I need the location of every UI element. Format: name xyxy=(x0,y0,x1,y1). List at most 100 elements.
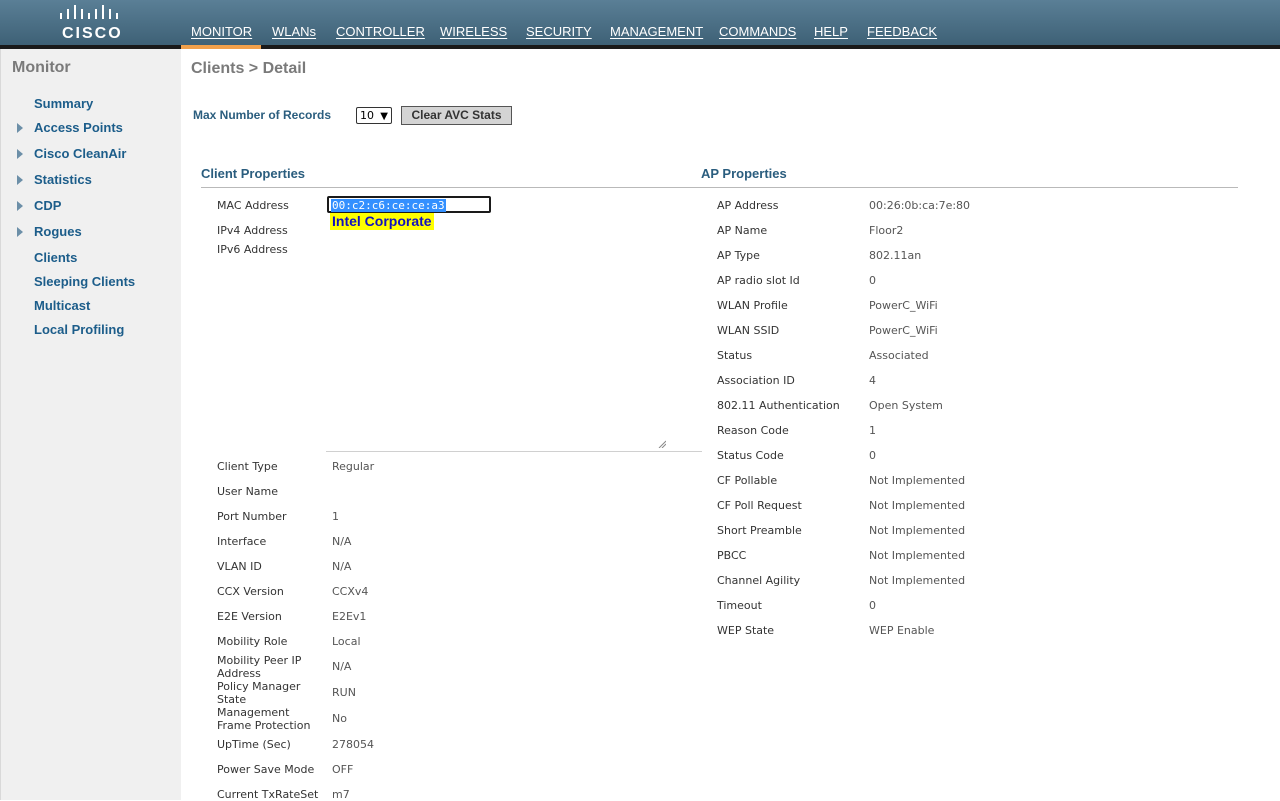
sidebar-item-cdp[interactable]: CDP xyxy=(34,198,61,213)
sidebar-item-summary[interactable]: Summary xyxy=(34,96,93,111)
mac-address-label: MAC Address xyxy=(217,199,289,212)
policy-manager-state-value: RUN xyxy=(332,686,356,699)
mobility-role-value: Local xyxy=(332,635,361,648)
timeout-label: Timeout xyxy=(717,599,762,612)
status-label: Status xyxy=(717,349,753,362)
port-number-label: Port Number xyxy=(217,510,287,523)
wep-state-value: WEP Enable xyxy=(869,624,935,637)
management-frame-protection-label: Management Frame Protection xyxy=(217,706,311,732)
section-divider xyxy=(201,187,1238,188)
association-id-label: Association ID xyxy=(717,374,795,387)
status-value: Associated xyxy=(869,349,929,362)
ap-name-label: AP Name xyxy=(717,224,768,237)
mobility-peer-ip-value: N/A xyxy=(332,660,352,673)
mac-address-field[interactable]: 00:c2:c6:ce:ce:a3 xyxy=(327,196,491,213)
wep-state-label: WEP State xyxy=(717,624,775,637)
reason-code-label: Reason Code xyxy=(717,424,789,437)
e2e-version-value: E2Ev1 xyxy=(332,610,367,623)
vendor-tooltip: Intel Corporate xyxy=(330,213,434,230)
vlan-id-value: N/A xyxy=(332,560,352,573)
ap-properties-title: AP Properties xyxy=(701,166,787,181)
expand-arrow-icon[interactable] xyxy=(17,149,23,159)
cf-pollable-value: Not Implemented xyxy=(869,474,966,487)
power-save-mode-value: OFF xyxy=(332,763,354,776)
ap-address-label: AP Address xyxy=(717,199,779,212)
ap-name-value: Floor2 xyxy=(869,224,904,237)
ipv4-address-label: IPv4 Address xyxy=(217,224,288,237)
nav-help[interactable]: HELP xyxy=(814,24,848,39)
ccx-version-label: CCX Version xyxy=(217,585,284,598)
ap-type-label: AP Type xyxy=(717,249,760,262)
top-nav-bar: CISCO MONITOR WLANs CONTROLLER WIRELESS … xyxy=(0,0,1280,45)
sidebar-title: Monitor xyxy=(12,59,71,76)
user-name-label: User Name xyxy=(217,485,279,498)
max-records-value: 10 xyxy=(360,109,374,122)
ap-type-value: 802.11an xyxy=(869,249,922,262)
expand-arrow-icon[interactable] xyxy=(17,175,23,185)
sidebar-item-local-profiling[interactable]: Local Profiling xyxy=(34,322,124,337)
nav-security[interactable]: SECURITY xyxy=(526,24,592,39)
max-records-label: Max Number of Records xyxy=(193,108,332,122)
sidebar-item-clients[interactable]: Clients xyxy=(34,250,77,265)
ipv6-address-label: IPv6 Address xyxy=(217,243,288,256)
cisco-logo: CISCO xyxy=(58,3,128,43)
status-code-value: 0 xyxy=(869,449,876,462)
pbcc-label: PBCC xyxy=(717,549,747,562)
current-txrateset-value: m7 xyxy=(332,788,350,801)
wlan-ssid-label: WLAN SSID xyxy=(717,324,780,337)
mac-address-value: 00:c2:c6:ce:ce:a3 xyxy=(331,199,446,212)
vlan-id-label: VLAN ID xyxy=(217,560,262,573)
max-records-select[interactable]: 10 ▼ xyxy=(356,107,392,124)
expand-arrow-icon[interactable] xyxy=(17,227,23,237)
sidebar-item-sleeping-clients[interactable]: Sleeping Clients xyxy=(34,274,135,289)
ap-radio-slot-value: 0 xyxy=(869,274,876,287)
ipv6-address-list-border xyxy=(326,451,702,452)
current-txrateset-label: Current TxRateSet xyxy=(217,788,319,801)
nav-commands[interactable]: COMMANDS xyxy=(719,24,796,39)
nav-feedback[interactable]: FEEDBACK xyxy=(867,24,937,39)
nav-monitor[interactable]: MONITOR xyxy=(191,24,252,39)
short-preamble-label: Short Preamble xyxy=(717,524,802,537)
reason-code-value: 1 xyxy=(869,424,876,437)
ap-address-value: 00:26:0b:ca:7e:80 xyxy=(869,199,971,212)
client-type-value: Regular xyxy=(332,460,375,473)
sidebar-item-cisco-cleanair[interactable]: Cisco CleanAir xyxy=(34,146,126,161)
status-code-label: Status Code xyxy=(717,449,784,462)
uptime-label: UpTime (Sec) xyxy=(217,738,291,751)
expand-arrow-icon[interactable] xyxy=(17,123,23,133)
authentication-label: 802.11 Authentication xyxy=(717,399,840,412)
association-id-value: 4 xyxy=(869,374,876,387)
nav-controller[interactable]: CONTROLLER xyxy=(336,24,425,39)
cf-pollable-label: CF Pollable xyxy=(717,474,778,487)
cf-poll-request-label: CF Poll Request xyxy=(717,499,802,512)
wlan-profile-value: PowerC_WiFi xyxy=(869,299,938,312)
short-preamble-value: Not Implemented xyxy=(869,524,966,537)
clear-avc-stats-button[interactable]: Clear AVC Stats xyxy=(401,106,512,125)
interface-label: Interface xyxy=(217,535,267,548)
resize-handle-icon[interactable] xyxy=(658,440,666,448)
e2e-version-label: E2E Version xyxy=(217,610,282,623)
main-content: Clients > Detail Max Number of Records 1… xyxy=(181,49,1280,801)
sidebar-item-rogues[interactable]: Rogues xyxy=(34,224,82,239)
policy-manager-state-label: Policy Manager State xyxy=(217,680,301,706)
nav-wlans[interactable]: WLANs xyxy=(272,24,316,39)
pbcc-value: Not Implemented xyxy=(869,549,966,562)
interface-value: N/A xyxy=(332,535,352,548)
timeout-value: 0 xyxy=(869,599,876,612)
logo-text: CISCO xyxy=(62,25,123,42)
sidebar: Monitor Summary Access Points Cisco Clea… xyxy=(0,49,181,800)
nav-wireless[interactable]: WIRELESS xyxy=(440,24,507,39)
sidebar-item-multicast[interactable]: Multicast xyxy=(34,298,90,313)
management-frame-protection-value: No xyxy=(332,712,347,725)
mobility-role-label: Mobility Role xyxy=(217,635,288,648)
uptime-value: 278054 xyxy=(332,738,374,751)
mobility-peer-ip-label: Mobility Peer IP Address xyxy=(217,654,302,680)
expand-arrow-icon[interactable] xyxy=(17,201,23,211)
wlan-profile-label: WLAN Profile xyxy=(717,299,788,312)
sidebar-item-access-points[interactable]: Access Points xyxy=(34,120,123,135)
ccx-version-value: CCXv4 xyxy=(332,585,369,598)
page-title: Clients > Detail xyxy=(191,60,307,77)
sidebar-item-statistics[interactable]: Statistics xyxy=(34,172,92,187)
channel-agility-label: Channel Agility xyxy=(717,574,801,587)
nav-management[interactable]: MANAGEMENT xyxy=(610,24,703,39)
